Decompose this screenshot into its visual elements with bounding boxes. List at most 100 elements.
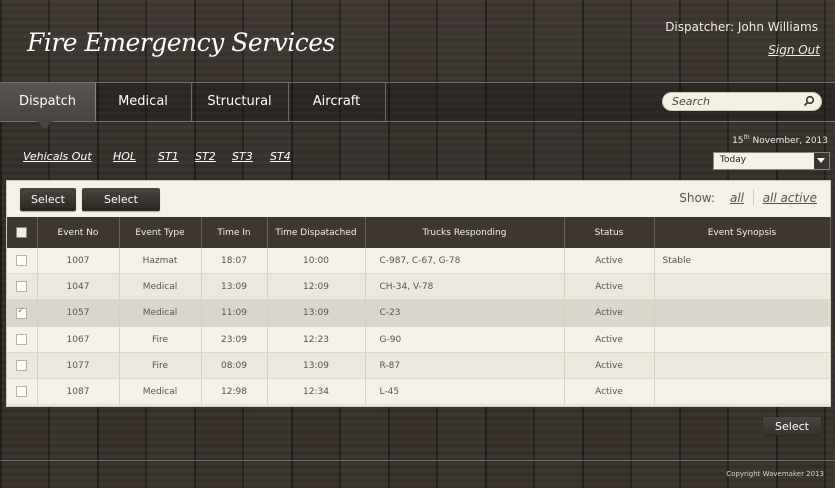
divider — [753, 189, 754, 205]
show-all-active-link[interactable]: all active — [763, 191, 817, 205]
events-panel: Select Select Show: all all active Event… — [6, 180, 831, 407]
filter-st3[interactable]: ST3 — [232, 150, 253, 163]
cell-trucks: R-87 — [365, 352, 565, 379]
cell-event-type: Fire — [119, 326, 202, 353]
cell-status: Active — [564, 326, 655, 353]
col-status[interactable]: Status — [564, 217, 655, 248]
cell-status: Active — [564, 273, 655, 300]
cell-event-type: Medical — [119, 378, 202, 405]
sign-out-link[interactable]: Sign Out — [768, 43, 820, 57]
cell-event-no: 1047 — [37, 273, 120, 300]
cell-event-type: Fire — [119, 352, 202, 379]
footer-divider — [0, 460, 835, 461]
row-checkbox-checked[interactable] — [16, 306, 28, 319]
row-checkbox-cell — [7, 248, 38, 274]
cell-time-dispatched: 13:09 — [267, 352, 366, 379]
cell-time-dispatched: 12:09 — [267, 273, 366, 300]
col-trucks-responding[interactable]: Trucks Responding — [365, 217, 565, 248]
cell-status: Active — [564, 352, 655, 379]
row-checkbox[interactable] — [16, 386, 28, 397]
cell-status: Active — [564, 299, 655, 327]
date-suffix: th — [743, 134, 750, 141]
cell-trucks: C-23 — [365, 299, 565, 327]
col-event-synopsis[interactable]: Event Synopsis — [654, 217, 831, 248]
events-table: Event No Event Type Time In Time Dispata… — [7, 217, 831, 405]
search-box — [662, 92, 822, 111]
col-time-in[interactable]: Time In — [201, 217, 268, 248]
tab-dispatch[interactable]: Dispatch — [0, 83, 96, 121]
row-checkbox-cell — [7, 378, 38, 405]
col-time-dispatched[interactable]: Time Dispatached — [267, 217, 366, 248]
select-button-2[interactable]: Select — [82, 188, 160, 211]
cell-event-type: Medical — [119, 273, 202, 300]
table-row[interactable]: 1087 Medical 12:98 12:34 L-45 Active — [7, 378, 831, 405]
cell-trucks: C-987, C-67, G-78 — [365, 248, 565, 274]
period-dropdown[interactable]: Today — [713, 152, 830, 170]
date-month-year: November, 2013 — [752, 136, 828, 146]
col-event-no[interactable]: Event No — [37, 217, 120, 248]
select-button-bottom[interactable]: Select — [763, 417, 821, 435]
filter-st1[interactable]: ST1 — [158, 150, 179, 163]
cell-event-type: Hazmat — [119, 248, 202, 274]
cell-synopsis — [654, 378, 831, 405]
cell-trucks: CH-34, V-78 — [365, 273, 565, 300]
filter-st2[interactable]: ST2 — [195, 150, 216, 163]
tab-medical[interactable]: Medical — [95, 83, 192, 121]
date-day: 15 — [732, 136, 744, 146]
cell-synopsis — [654, 273, 831, 300]
col-event-type[interactable]: Event Type — [119, 217, 202, 248]
cell-time-dispatched: 12:34 — [267, 378, 366, 405]
cell-event-no: 1007 — [37, 248, 120, 274]
app-logo: Fire Emergency Services — [27, 28, 335, 57]
cell-event-no: 1077 — [37, 352, 120, 379]
cell-event-type: Medical — [119, 299, 202, 327]
cell-time-in: 23:09 — [201, 326, 268, 353]
filter-vehicals-out[interactable]: Vehicals Out — [23, 150, 92, 163]
row-checkbox[interactable] — [16, 360, 28, 371]
cell-event-no: 1057 — [37, 299, 120, 327]
filter-hol[interactable]: HOL — [113, 150, 136, 163]
row-checkbox-cell — [7, 299, 38, 327]
table-row[interactable]: 1067 Fire 23:09 12:23 G-90 Active — [7, 326, 831, 353]
cell-synopsis — [654, 352, 831, 379]
search-icon[interactable] — [803, 95, 815, 107]
cell-time-in: 11:09 — [201, 299, 268, 327]
select-all-cell — [7, 217, 38, 248]
cell-time-in: 13:09 — [201, 273, 268, 300]
row-checkbox-cell — [7, 352, 38, 379]
row-checkbox-cell — [7, 273, 38, 300]
cell-synopsis — [654, 326, 831, 353]
show-label: Show: — [679, 191, 715, 205]
cell-event-no: 1067 — [37, 326, 120, 353]
table-row-selected[interactable]: 1057 Medical 11:09 13:09 C-23 Active — [7, 299, 831, 327]
filter-st4[interactable]: ST4 — [270, 150, 291, 163]
select-button-1[interactable]: Select — [20, 188, 76, 211]
row-checkbox[interactable] — [16, 255, 28, 266]
select-all-checkbox[interactable] — [16, 227, 28, 238]
cell-time-dispatched: 10:00 — [267, 248, 366, 274]
dispatcher-name: Dispatcher: John Williams — [665, 20, 818, 34]
tab-aircraft[interactable]: Aircraft — [288, 83, 386, 121]
table-row[interactable]: 1007 Hazmat 18:07 10:00 C-987, C-67, G-7… — [7, 248, 831, 274]
row-checkbox[interactable] — [16, 334, 28, 345]
table-row[interactable]: 1077 Fire 08:09 13:09 R-87 Active — [7, 352, 831, 379]
show-all-link[interactable]: all — [730, 191, 744, 205]
cell-synopsis — [654, 299, 831, 327]
active-tab-caret — [36, 120, 54, 129]
current-date: 15th November, 2013 — [732, 134, 828, 146]
search-input[interactable] — [672, 93, 797, 110]
chevron-down-icon[interactable] — [814, 153, 829, 169]
cell-synopsis: Stable — [654, 248, 831, 274]
cell-status: Active — [564, 248, 655, 274]
row-checkbox-cell — [7, 326, 38, 353]
tab-structural[interactable]: Structural — [191, 83, 289, 121]
copyright-text: Copyright Wavemaker 2013 — [726, 470, 824, 478]
table-row[interactable]: 1047 Medical 13:09 12:09 CH-34, V-78 Act… — [7, 273, 831, 300]
table-header-row: Event No Event Type Time In Time Dispata… — [7, 217, 831, 248]
cell-trucks: L-45 — [365, 378, 565, 405]
cell-status: Active — [564, 378, 655, 405]
period-value: Today — [720, 155, 747, 165]
cell-event-no: 1087 — [37, 378, 120, 405]
cell-trucks: G-90 — [365, 326, 565, 353]
row-checkbox[interactable] — [16, 281, 28, 292]
